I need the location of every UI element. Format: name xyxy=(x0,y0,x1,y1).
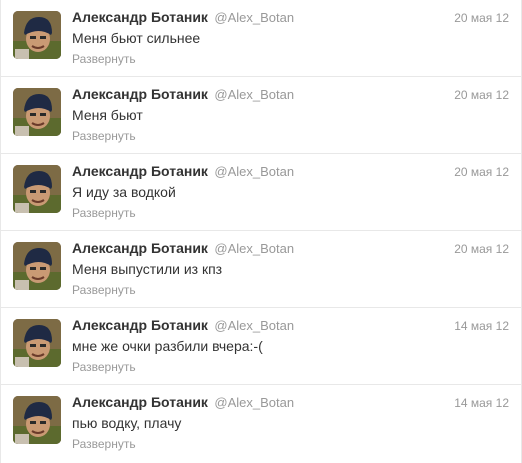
tweet-text: мне же очки разбили вчера:-( xyxy=(72,338,263,354)
expand-link[interactable]: Развернуть xyxy=(72,52,136,66)
tweet-item[interactable]: Александр Ботаник @Alex_Botan 20 мая 12 … xyxy=(1,77,521,154)
tweet-text: Меня бьют сильнее xyxy=(72,30,201,46)
author-username[interactable]: @Alex_Botan xyxy=(214,87,294,102)
tweet-timestamp[interactable]: 20 мая 12 xyxy=(454,11,509,25)
avatar-photo-icon xyxy=(13,165,61,213)
expand-link[interactable]: Развернуть xyxy=(72,360,136,374)
tweet-item[interactable]: Александр Ботаник @Alex_Botan 20 мая 12 … xyxy=(1,154,521,231)
tweet-timestamp[interactable]: 20 мая 12 xyxy=(454,88,509,102)
author-username[interactable]: @Alex_Botan xyxy=(214,395,294,410)
author-username[interactable]: @Alex_Botan xyxy=(214,10,294,25)
expand-link[interactable]: Развернуть xyxy=(72,437,136,451)
tweet-timeline: Александр Ботаник @Alex_Botan 20 мая 12 … xyxy=(0,0,522,463)
author-fullname[interactable]: Александр Ботаник xyxy=(72,240,208,256)
tweet-text: Меня бьют xyxy=(72,107,143,123)
author-fullname[interactable]: Александр Ботаник xyxy=(72,317,208,333)
avatar[interactable] xyxy=(13,396,61,444)
author-fullname[interactable]: Александр Ботаник xyxy=(72,394,208,410)
author-username[interactable]: @Alex_Botan xyxy=(214,164,294,179)
tweet-header: Александр Ботаник @Alex_Botan 20 мая 12 xyxy=(72,163,509,181)
author-username[interactable]: @Alex_Botan xyxy=(214,318,294,333)
tweet-header: Александр Ботаник @Alex_Botan 20 мая 12 xyxy=(72,9,509,27)
author-fullname[interactable]: Александр Ботаник xyxy=(72,163,208,179)
expand-link[interactable]: Развернуть xyxy=(72,283,136,297)
tweet-header: Александр Ботаник @Alex_Botan 14 мая 12 xyxy=(72,317,509,335)
tweet-item[interactable]: Александр Ботаник @Alex_Botan 20 мая 12 … xyxy=(1,231,521,308)
tweet-timestamp[interactable]: 20 мая 12 xyxy=(454,165,509,179)
avatar[interactable] xyxy=(13,165,61,213)
tweet-header: Александр Ботаник @Alex_Botan 14 мая 12 xyxy=(72,394,509,412)
tweet-item[interactable]: Александр Ботаник @Alex_Botan 14 мая 12 … xyxy=(1,385,521,462)
avatar[interactable] xyxy=(13,88,61,136)
avatar-photo-icon xyxy=(13,88,61,136)
tweet-item[interactable]: Александр Ботаник @Alex_Botan 14 мая 12 … xyxy=(1,308,521,385)
avatar[interactable] xyxy=(13,11,61,59)
author-fullname[interactable]: Александр Ботаник xyxy=(72,86,208,102)
tweet-text: Я иду за водкой xyxy=(72,184,176,200)
avatar-photo-icon xyxy=(13,396,61,444)
avatar[interactable] xyxy=(13,319,61,367)
author-username[interactable]: @Alex_Botan xyxy=(214,241,294,256)
avatar-photo-icon xyxy=(13,242,61,290)
tweet-timestamp[interactable]: 14 мая 12 xyxy=(454,396,509,410)
expand-link[interactable]: Развернуть xyxy=(72,129,136,143)
tweet-text: Меня выпустили из кпз xyxy=(72,261,223,277)
author-fullname[interactable]: Александр Ботаник xyxy=(72,9,208,25)
tweet-timestamp[interactable]: 14 мая 12 xyxy=(454,319,509,333)
tweet-header: Александр Ботаник @Alex_Botan 20 мая 12 xyxy=(72,86,509,104)
avatar[interactable] xyxy=(13,242,61,290)
avatar-photo-icon xyxy=(13,11,61,59)
tweet-timestamp[interactable]: 20 мая 12 xyxy=(454,242,509,256)
tweet-header: Александр Ботаник @Alex_Botan 20 мая 12 xyxy=(72,240,509,258)
avatar-photo-icon xyxy=(13,319,61,367)
tweet-text: пью водку, плачу xyxy=(72,415,182,431)
tweet-item[interactable]: Александр Ботаник @Alex_Botan 20 мая 12 … xyxy=(1,0,521,77)
expand-link[interactable]: Развернуть xyxy=(72,206,136,220)
